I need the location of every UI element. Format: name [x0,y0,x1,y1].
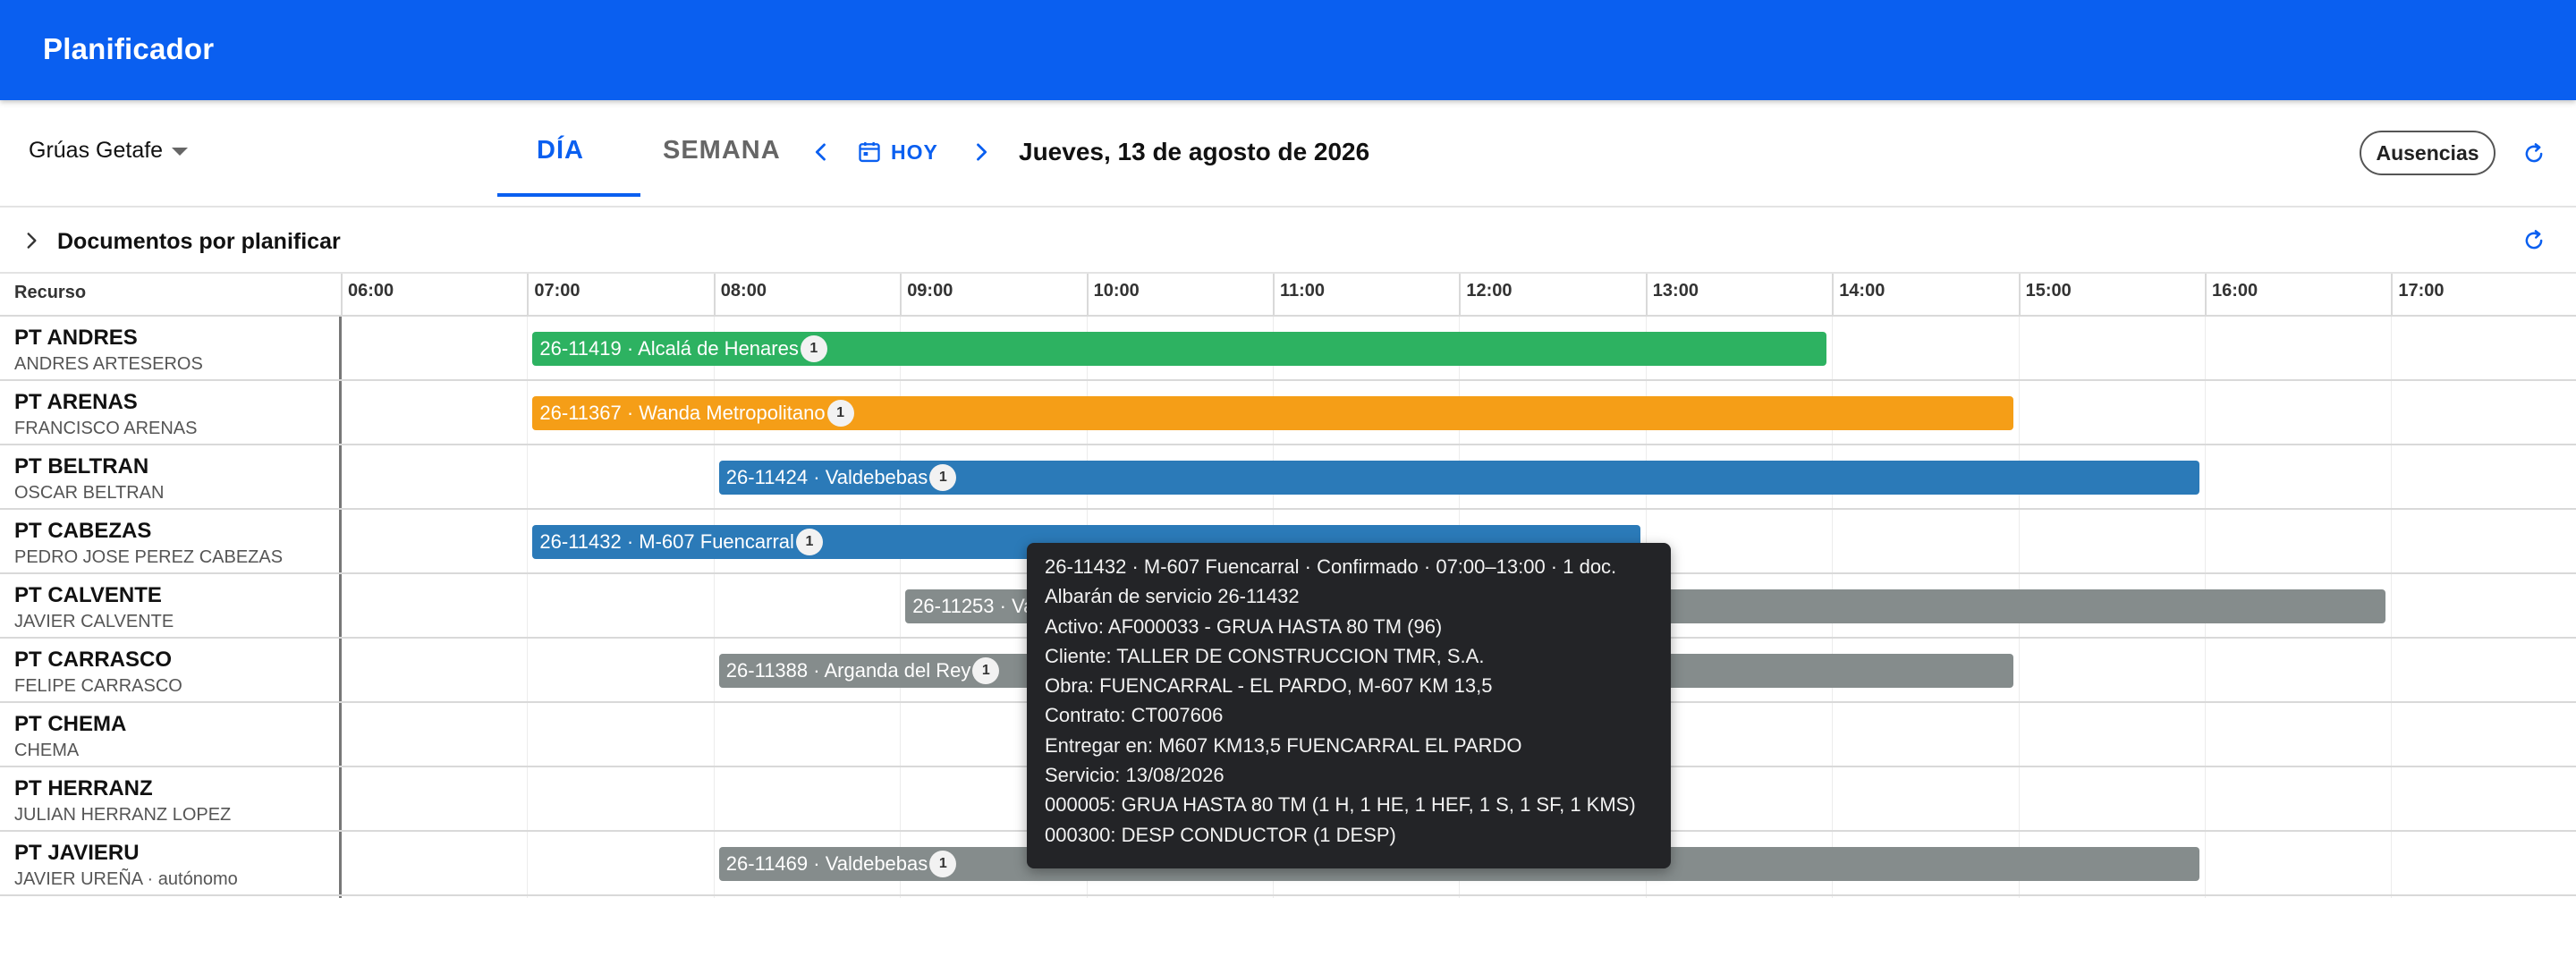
resource-name: OSCAR BELTRAN [14,483,165,503]
hour-label: 06:00 [348,281,394,301]
chevron-right-icon[interactable] [20,229,43,252]
hour-column-header: 08:00 [713,274,900,317]
chevron-left-icon [815,143,826,161]
hour-label: 07:00 [534,281,580,301]
chevron-right-icon [977,143,987,161]
hour-column-header: 09:00 [900,274,1086,317]
booking-bar[interactable]: 26-11367 · Wanda Metropolitano 1 [532,396,2013,430]
company-selector[interactable]: Grúas Getafe [29,138,189,164]
resource-name: JAVIER CALVENTE [14,612,174,631]
resource-name: JAVIER UREÑA · autónomo [14,869,238,889]
hour-label: 09:00 [907,281,953,301]
resource-name: FELIPE CARRASCO [14,676,182,696]
hour-label: 16:00 [2212,281,2258,301]
refresh-icon [2525,143,2543,163]
hour-label: 15:00 [2025,281,2072,301]
hour-column-header: 12:00 [1459,274,1645,317]
refresh-button[interactable] [2521,140,2547,167]
today-label: HOY [891,140,938,164]
toolbar: Grúas Getafe DÍA SEMANA HOY Jueves, 13 d… [0,100,2576,207]
hour-column-header: 06:00 [341,274,527,317]
resource-name: ANDRES ARTESEROS [14,354,203,374]
resource-name: PEDRO JOSE PEREZ CABEZAS [14,547,284,567]
hour-column-header: 16:00 [2205,274,2391,317]
resource-name: JULIAN HERRANZ LOPEZ [14,805,232,825]
absences-button[interactable]: Ausencias [2360,131,2496,175]
tab-day[interactable]: DÍA [537,136,584,165]
app-title: Planificador [43,32,215,65]
hour-column-header: 15:00 [2018,274,2205,317]
prev-day-button[interactable] [809,140,834,165]
hour-column-header: 11:00 [1273,274,1459,317]
document-count-badge: 1 [795,529,823,555]
hour-column-header: 13:00 [1645,274,1832,317]
hour-column-header: 07:00 [527,274,713,317]
booking-label: 26-11424 · Valdebebas [725,466,928,488]
calendar-icon [859,141,880,163]
tooltip-line: Entregar en: M607 KM13,5 FUENCARRAL EL P… [1045,733,1522,757]
booking-label: 26-11419 · Alcalá de Henares [539,337,799,360]
resource-row: PT BELTRAN OSCAR BELTRAN 26-11424 · Valdeb… [0,445,2576,510]
document-count-badge: 1 [929,464,957,491]
booking-tooltip: 26-11432 · M-607 Fuencarral · Confirmado… [1027,543,1671,868]
tab-week[interactable]: SEMANA [663,136,781,165]
document-count-badge: 1 [826,400,854,427]
booking-label: 26-11388 · Arganda del Rey [725,659,971,682]
resource-code: PT ARENAS [14,390,138,414]
document-count-badge: 1 [929,851,957,877]
hour-label: 17:00 [2398,281,2445,301]
resource-name: FRANCISCO ARENAS [14,419,198,438]
tooltip-line: Contrato: CT007606 [1045,704,1224,727]
document-count-badge: 1 [972,657,1000,684]
booking-label: 26-11367 · Wanda Metropolitano [539,402,826,424]
caret-down-icon [172,148,189,156]
resource-code: PT HERRANZ [14,776,153,800]
company-label: Grúas Getafe [29,138,164,163]
resource-code: PT JAVIERU [14,841,140,865]
resource-code: PT CHEMA [14,712,127,736]
unplanned-documents-panel[interactable]: Documentos por planificar [0,207,2576,274]
hour-label: 13:00 [1652,281,1699,301]
resource-code: PT ANDRES [14,326,138,350]
booking-label: 26-11432 · M-607 Fuencarral [539,530,794,553]
refresh-icon [2525,230,2543,250]
tooltip-line: Cliente: TALLER DE CONSTRUCCION TMR, S.A… [1045,644,1485,667]
resource-row: PT ANDRES ANDRES ARTESEROS 26-11419 · Alca… [0,317,2576,381]
hour-column-header: 10:00 [1086,274,1273,317]
time-header: Recurso 06:00 07:00 08:00 09:00 10:00 11:00 12… [0,274,2576,317]
booking-bar[interactable]: 26-11424 · Valdebebas 1 [718,461,2199,495]
hour-column-header: 17:00 [2391,274,2576,317]
resource-code: PT CARRASCO [14,648,173,672]
resource-code: PT CALVENTE [14,583,162,607]
resource-code: PT BELTRAN [14,454,149,478]
tooltip-line: 000005: GRUA HASTA 80 TM (1 H, 1 HE, 1 H… [1045,793,1636,817]
resource-code: PT CABEZAS [14,519,152,543]
resource-row: PT ARENAS FRANCISCO ARENAS 26-11367 · Wand… [0,381,2576,445]
unplanned-documents-label: Documentos por planificar [57,229,341,254]
hour-label: 12:00 [1466,281,1513,301]
tooltip-line: Albarán de servicio 26-11432 [1045,585,1300,608]
tooltip-line: Servicio: 13/08/2026 [1045,764,1224,787]
next-day-button[interactable] [969,140,994,165]
booking-label: 26-11469 · Valdebebas [725,852,928,875]
hour-column-header: 14:00 [1832,274,2018,317]
today-button[interactable]: HOY [857,140,938,165]
booking-bar[interactable]: 26-11419 · Alcalá de Henares 1 [532,332,1827,366]
active-tab-indicator [497,193,640,197]
app-bar: Planificador [0,0,2576,100]
tooltip-line: 000300: DESP CONDUCTOR (1 DESP) [1045,823,1396,846]
tooltip-line: Activo: AF000033 - GRUA HASTA 80 TM (96) [1045,614,1443,638]
docs-refresh-button[interactable] [2521,227,2547,254]
booking-label: 26-11253 · Va [912,595,1035,617]
tooltip-line: Obra: FUENCARRAL - EL PARDO, M-607 KM 13… [1045,674,1493,698]
resource-column-header: Recurso [14,283,87,302]
resource-name: CHEMA [14,741,80,760]
hour-label: 14:00 [1839,281,1885,301]
document-count-badge: 1 [800,335,827,362]
tooltip-line: 26-11432 · M-607 Fuencarral · Confirmado… [1045,555,1617,578]
hour-label: 10:00 [1093,281,1140,301]
current-date-title: Jueves, 13 de agosto de 2026 [1019,138,1370,165]
hour-label: 08:00 [720,281,767,301]
hour-label: 11:00 [1280,281,1326,301]
